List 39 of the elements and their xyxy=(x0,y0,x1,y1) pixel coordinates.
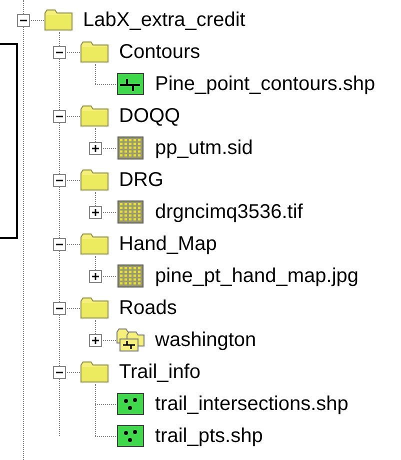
point-layer-icon xyxy=(116,424,146,448)
expand-icon[interactable] xyxy=(88,334,102,346)
line-layer-icon xyxy=(116,72,146,96)
tree-item[interactable]: trail_intersections.shp xyxy=(155,392,348,416)
point-layer-icon xyxy=(116,392,146,416)
expand-icon[interactable] xyxy=(88,206,102,218)
collapse-icon[interactable] xyxy=(52,302,66,314)
tree-item[interactable]: Roads xyxy=(119,296,177,320)
folder-icon xyxy=(80,360,110,384)
expand-icon[interactable] xyxy=(88,270,102,282)
collapse-icon[interactable] xyxy=(52,366,66,378)
tree-item[interactable]: Hand_Map xyxy=(119,232,217,256)
tree-item[interactable]: Contours xyxy=(119,40,200,64)
folder-icon xyxy=(80,232,110,256)
folder-icon xyxy=(80,40,110,64)
tree-item[interactable]: drgncimq3536.tif xyxy=(155,200,303,224)
folder-icon xyxy=(80,168,110,192)
tree-item[interactable]: pp_utm.sid xyxy=(155,136,253,160)
tree-item[interactable]: Trail_info xyxy=(119,360,201,384)
folder-icon xyxy=(44,8,74,32)
raster-grid-icon xyxy=(116,199,146,225)
raster-grid-icon xyxy=(116,135,146,161)
tree-item[interactable]: Pine_point_contours.shp xyxy=(155,72,376,96)
collapse-icon[interactable] xyxy=(52,174,66,186)
tree-item[interactable]: pine_pt_hand_map.jpg xyxy=(155,264,359,288)
tree-item[interactable]: washington xyxy=(155,328,256,352)
expand-icon[interactable] xyxy=(88,142,102,154)
tree-item[interactable]: trail_pts.shp xyxy=(155,424,263,448)
folder-icon xyxy=(80,104,110,128)
collapse-icon[interactable] xyxy=(52,46,66,58)
tree-item[interactable]: DRG xyxy=(119,168,164,192)
folder-icon xyxy=(80,296,110,320)
tree-item[interactable]: LabX_extra_credit xyxy=(83,8,246,32)
collapse-icon[interactable] xyxy=(16,14,30,26)
collapse-icon[interactable] xyxy=(52,238,66,250)
layer-group-icon xyxy=(116,327,146,353)
collapse-icon[interactable] xyxy=(52,110,66,122)
raster-grid-icon xyxy=(116,263,146,289)
tree-item[interactable]: DOQQ xyxy=(119,104,180,128)
